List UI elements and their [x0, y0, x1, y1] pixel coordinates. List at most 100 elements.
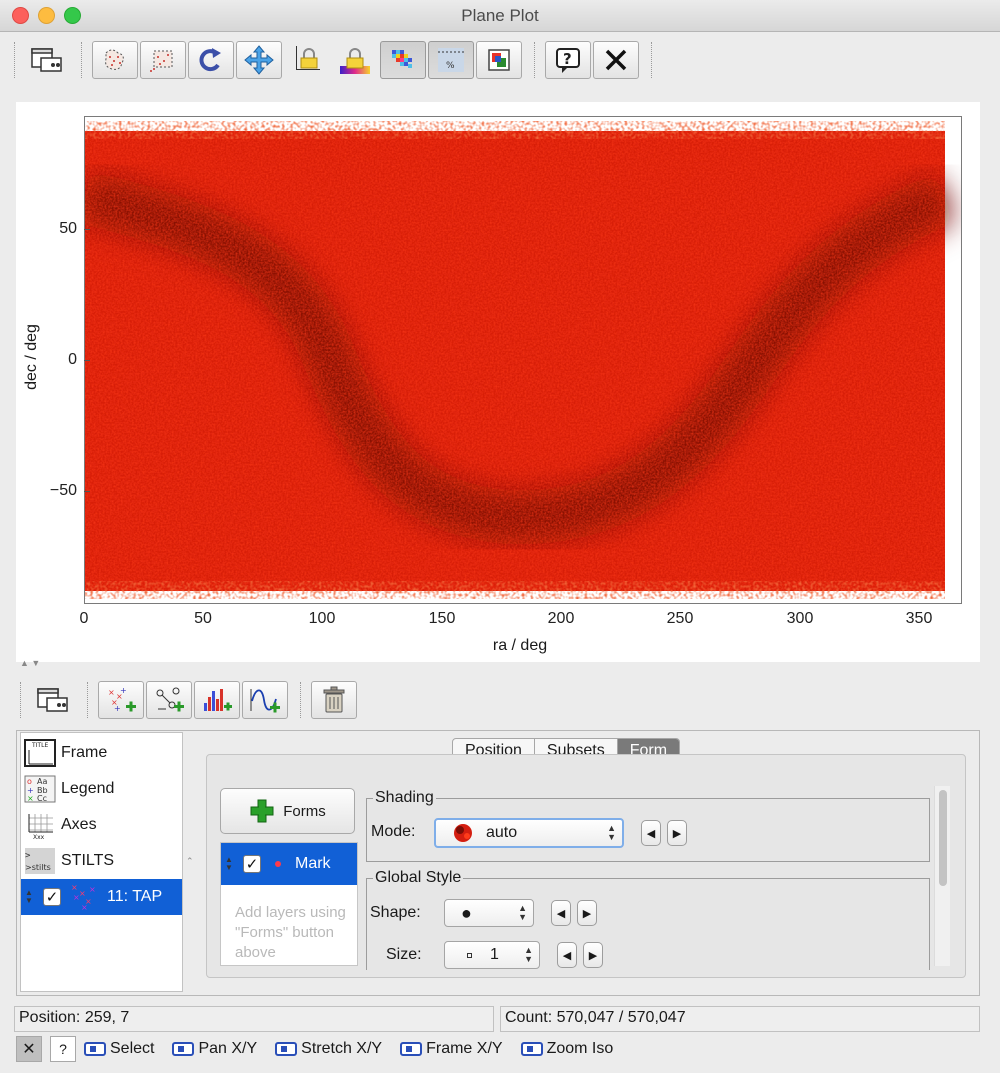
scatter-layer-icon: ××× ×××: [71, 883, 96, 912]
toolbar-separator: [651, 42, 652, 78]
shading-legend: Shading: [373, 789, 436, 807]
mode-value: auto: [486, 824, 518, 841]
size-select[interactable]: 1 ▲ ▼: [444, 941, 540, 969]
mode-select[interactable]: auto ▲ ▼: [434, 818, 624, 848]
form-scrollbar[interactable]: [934, 786, 950, 966]
mouse-icon: [520, 1042, 543, 1056]
size-previous-button[interactable]: ◀: [557, 942, 577, 968]
add-function-layer-icon[interactable]: [242, 681, 288, 719]
svg-text:×: ×: [89, 885, 96, 894]
drag-handle-icon[interactable]: ▲ ▼: [25, 889, 43, 905]
lock-axes-icon[interactable]: [284, 41, 330, 79]
shape-value: ●: [461, 902, 472, 923]
delete-layer-icon[interactable]: [311, 681, 357, 719]
layer-item-frame[interactable]: TITLE Frame: [21, 735, 182, 771]
help-button[interactable]: ?: [50, 1036, 76, 1062]
help-icon[interactable]: ?: [545, 41, 591, 79]
add-pair-layer-icon[interactable]: [146, 681, 192, 719]
shape-select[interactable]: ● ▲ ▼: [444, 899, 534, 927]
layer-item-legend[interactable]: o Aa + Bb × Cc Legend: [21, 771, 182, 807]
y-tick-mark: [84, 229, 90, 230]
layer-checkbox[interactable]: ✓: [43, 888, 61, 906]
add-icon: [250, 799, 274, 823]
window-icon[interactable]: [23, 41, 69, 79]
mouse-icon: [275, 1042, 298, 1056]
box-subset-icon[interactable]: [140, 41, 186, 79]
layer-item-label: Axes: [61, 816, 97, 833]
y-tick-label: 50: [59, 220, 77, 237]
layer-item-label: STILTS: [61, 852, 115, 869]
size-next-button[interactable]: ▶: [583, 942, 603, 968]
forms-button[interactable]: Forms: [220, 788, 355, 834]
mouse-action-stretch: Stretch X/Y: [275, 1040, 382, 1058]
layer-item-axes[interactable]: Xxx Axes: [21, 807, 182, 843]
mode-previous-button[interactable]: ◀: [641, 820, 661, 846]
form-item-mark[interactable]: ▲ ▼ ✓ Mark: [221, 843, 357, 885]
shape-label: Shape:: [370, 904, 421, 921]
density-icon[interactable]: [380, 41, 426, 79]
size-label: Size:: [386, 946, 422, 963]
blob-subset-icon[interactable]: [92, 41, 138, 79]
plot-area[interactable]: [84, 116, 962, 604]
add-position-layer-icon[interactable]: × × × + +: [98, 681, 144, 719]
y-tick-mark: [84, 360, 90, 361]
stilts-icon: > >stilts: [25, 848, 55, 874]
svg-text:>: >: [25, 851, 31, 861]
y-tick-label: −50: [49, 482, 77, 499]
size-dot-icon: [467, 952, 472, 958]
close-icon[interactable]: [593, 41, 639, 79]
svg-text:×: ×: [71, 883, 78, 892]
legend-icon[interactable]: %: [428, 41, 474, 79]
x-tick-label: 0: [79, 610, 89, 627]
y-tick-label: 0: [68, 351, 77, 368]
auto-shading-icon: [454, 824, 472, 842]
shape-next-button[interactable]: ▶: [577, 900, 597, 926]
split-divider-dot[interactable]: ⌃: [186, 856, 194, 867]
navigate-icon[interactable]: [236, 41, 282, 79]
layer-toolbar: × × × + +: [20, 680, 359, 720]
add-histogram-layer-icon[interactable]: [194, 681, 240, 719]
mark-icon: [275, 861, 281, 867]
svg-text:Cc: Cc: [37, 794, 47, 803]
mouse-action-label: Pan X/Y: [198, 1040, 258, 1057]
x-tick-label: 50: [194, 610, 212, 627]
layer-item-label: Legend: [61, 780, 115, 797]
mouse-actions-bar: ✕ ? Select Pan X/Y Stretch X/Y Frame X/Y…: [16, 1034, 631, 1064]
toolbar-separator: [300, 682, 301, 718]
mode-next-button[interactable]: ▶: [667, 820, 687, 846]
form-checkbox[interactable]: ✓: [243, 855, 261, 873]
scrollbar-thumb[interactable]: [939, 790, 947, 886]
layer-list: TITLE Frame o Aa + Bb × Cc Legend Xxx Axes > >…: [20, 732, 183, 992]
mouse-icon: [400, 1042, 423, 1056]
chevron-updown-icon: ▲ ▼: [524, 945, 533, 964]
layer-item-stilts[interactable]: > >stilts STILTS: [21, 843, 182, 879]
main-toolbar: % ?: [14, 40, 662, 80]
svg-text:×: ×: [81, 903, 88, 912]
svg-text:×: ×: [73, 893, 80, 902]
chevron-updown-icon: ▲ ▼: [607, 823, 616, 842]
window-icon[interactable]: [29, 681, 75, 719]
replot-icon[interactable]: [188, 41, 234, 79]
x-tick-label: 250: [666, 610, 694, 627]
size-value: 1: [490, 946, 499, 963]
layer-item-selected[interactable]: ▲ ▼ ✓ × × × × × × 11: TAP: [21, 879, 182, 915]
position-status: Position: 259, 7: [14, 1006, 494, 1032]
form-list: ▲ ▼ ✓ Mark Add layers using "Forms" butto…: [220, 842, 358, 966]
export-icon[interactable]: [476, 41, 522, 79]
toolbar-separator: [87, 682, 88, 718]
lock-aux-icon[interactable]: [332, 41, 378, 79]
svg-text:Aa: Aa: [37, 777, 47, 786]
svg-text:TITLE: TITLE: [31, 742, 48, 749]
form-item-label: Mark: [295, 855, 331, 872]
top-edge: [85, 121, 945, 139]
svg-text:?: ?: [563, 50, 572, 68]
svg-text:%: %: [446, 61, 455, 71]
shape-previous-button[interactable]: ◀: [551, 900, 571, 926]
split-divider-arrows[interactable]: ▲ ▼: [20, 658, 40, 668]
drag-handle-icon[interactable]: ▲ ▼: [225, 856, 243, 872]
svg-text:+: +: [120, 686, 127, 695]
mouse-action-zoom: Zoom Iso: [520, 1040, 613, 1058]
mouse-action-label: Frame X/Y: [426, 1040, 503, 1057]
hide-actions-button[interactable]: ✕: [16, 1036, 42, 1062]
layer-item-label: 11: TAP: [107, 888, 163, 905]
